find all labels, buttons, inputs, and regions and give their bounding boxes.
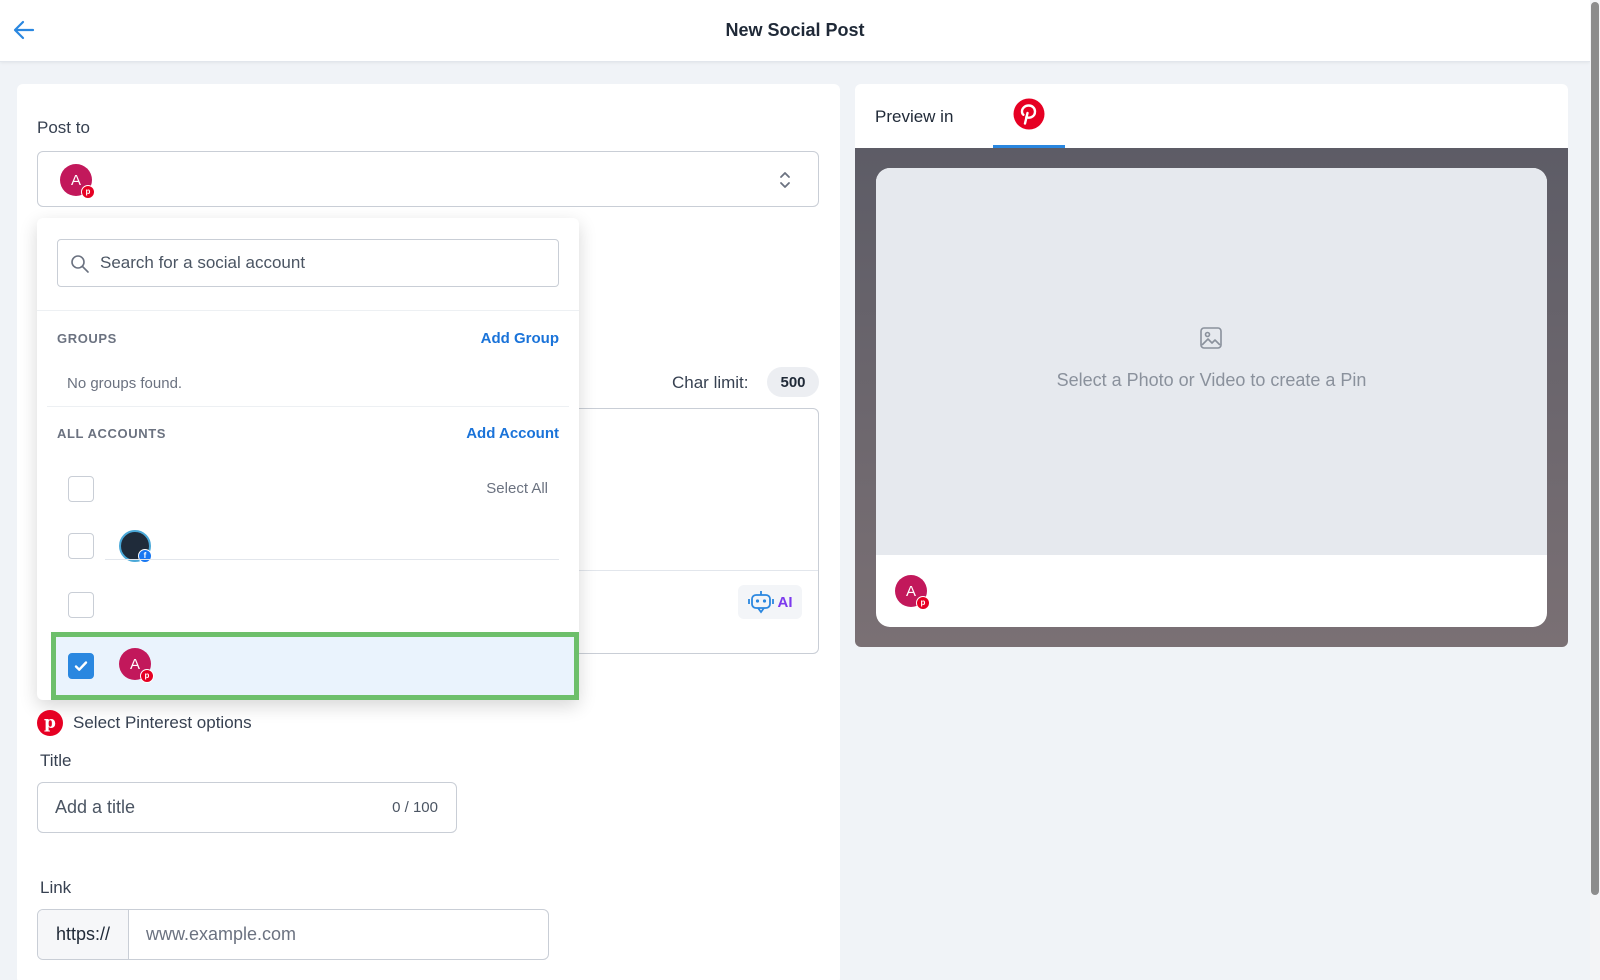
title-label: Title bbox=[40, 751, 72, 770]
avatar: A p bbox=[119, 648, 154, 683]
char-limit-label: Char limit: bbox=[672, 373, 749, 392]
avatar: A p bbox=[60, 164, 95, 199]
add-group-link[interactable]: Add Group bbox=[481, 330, 559, 347]
divider bbox=[47, 406, 569, 407]
char-limit-value: 500 bbox=[767, 367, 819, 397]
pinterest-icon: p bbox=[37, 710, 63, 736]
account-checkbox[interactable] bbox=[68, 592, 94, 618]
search-icon bbox=[71, 255, 89, 273]
select-all-checkbox[interactable] bbox=[68, 476, 94, 502]
all-accounts-heading: ALL ACCOUNTS bbox=[57, 426, 167, 441]
title-char-counter: 0 / 100 bbox=[392, 799, 438, 816]
account-dropdown: GROUPS Add Group No groups found. ALL AC… bbox=[37, 218, 579, 700]
preview-label: Preview in bbox=[875, 107, 954, 126]
avatar: A p bbox=[895, 575, 930, 610]
preview-panel: Preview in Select a Photo or Video to cr… bbox=[855, 84, 1568, 647]
account-checkbox[interactable] bbox=[68, 653, 94, 679]
pinterest-badge-icon: p bbox=[916, 596, 930, 610]
ai-assist-button[interactable]: AI bbox=[738, 585, 802, 619]
account-checkbox[interactable] bbox=[68, 533, 94, 559]
tab-pinterest[interactable] bbox=[993, 84, 1065, 148]
image-icon bbox=[1200, 327, 1222, 349]
no-groups-text: No groups found. bbox=[67, 375, 183, 392]
preview-stage: Select a Photo or Video to create a Pin … bbox=[855, 148, 1568, 647]
pinterest-badge-icon: p bbox=[81, 185, 95, 199]
post-to-label: Post to bbox=[37, 118, 90, 137]
avatar-initial: A bbox=[905, 582, 916, 600]
divider bbox=[37, 310, 579, 311]
pinterest-badge-icon: p bbox=[140, 669, 154, 683]
page-scrollbar[interactable] bbox=[1590, 0, 1600, 980]
select-all-label[interactable]: Select All bbox=[486, 480, 548, 497]
avatar-initial: A bbox=[70, 171, 81, 189]
robot-icon bbox=[747, 591, 774, 614]
link-label: Link bbox=[40, 878, 72, 897]
avatar: f bbox=[119, 530, 152, 563]
add-account-link[interactable]: Add Account bbox=[466, 425, 559, 442]
link-prefix: https:// bbox=[38, 910, 129, 959]
pin-media-placeholder[interactable]: Select a Photo or Video to create a Pin bbox=[876, 168, 1547, 555]
link-input[interactable] bbox=[146, 910, 536, 959]
editor-divider bbox=[566, 570, 818, 571]
search-input[interactable] bbox=[100, 241, 550, 285]
top-bar: New Social Post bbox=[0, 0, 1590, 62]
account-search[interactable] bbox=[57, 239, 559, 287]
pinterest-options-text: Select Pinterest options bbox=[73, 713, 252, 732]
post-to-select[interactable]: A p bbox=[37, 151, 819, 207]
pinterest-options-heading: p Select Pinterest options bbox=[37, 710, 252, 736]
divider bbox=[105, 559, 559, 560]
title-input[interactable] bbox=[55, 783, 355, 832]
pin-preview-card: Select a Photo or Video to create a Pin … bbox=[876, 168, 1547, 627]
title-field[interactable]: 0 / 100 bbox=[37, 782, 457, 833]
ai-label: AI bbox=[777, 593, 793, 611]
chevron-up-down-icon bbox=[780, 172, 790, 188]
facebook-badge-icon: f bbox=[138, 549, 152, 563]
media-prompt: Select a Photo or Video to create a Pin bbox=[1056, 370, 1367, 390]
avatar-initial: A bbox=[129, 655, 140, 673]
link-field[interactable]: https:// bbox=[37, 909, 549, 960]
groups-heading: GROUPS bbox=[57, 331, 117, 346]
pinterest-icon bbox=[1013, 98, 1045, 130]
page-title: New Social Post bbox=[725, 20, 865, 40]
checkmark-icon bbox=[74, 661, 88, 671]
selected-account-row[interactable]: A p bbox=[51, 632, 579, 700]
scrollbar-thumb[interactable] bbox=[1591, 2, 1599, 895]
